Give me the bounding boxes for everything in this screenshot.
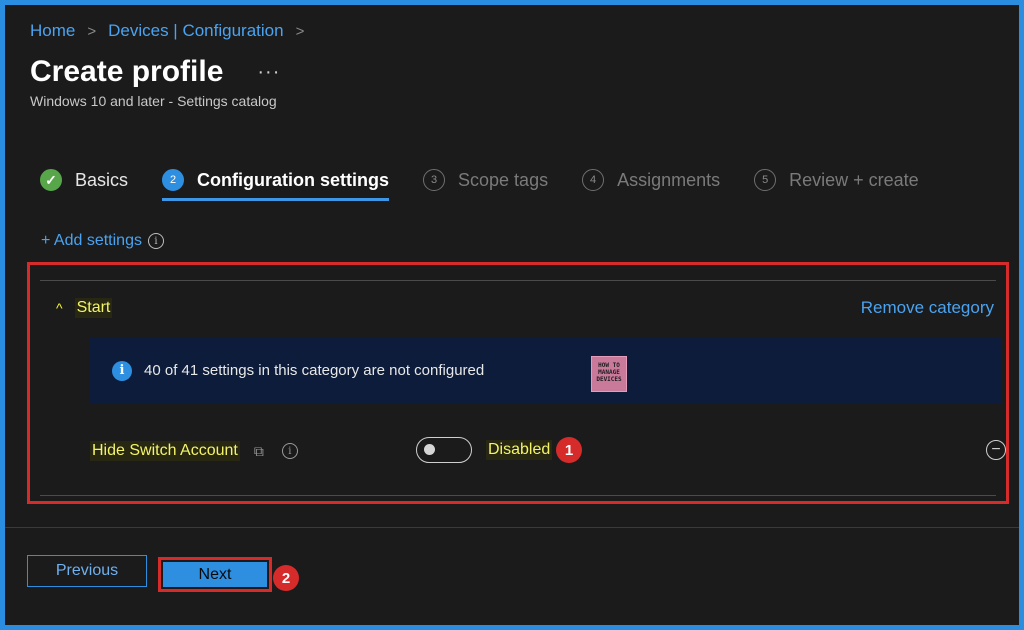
breadcrumb-home-link[interactable]: Home (30, 21, 75, 41)
step-basics[interactable]: ✓ Basics (40, 162, 128, 198)
category-title: Start (74, 298, 113, 318)
divider (40, 495, 996, 496)
hide-switch-account-toggle[interactable] (416, 437, 472, 463)
toggle-knob (424, 444, 435, 455)
step-label: Review + create (789, 169, 919, 190)
page-title: Create profile (30, 55, 224, 88)
add-settings-label: + Add settings (41, 232, 142, 249)
step-number: 2 (162, 169, 185, 191)
previous-button[interactable]: Previous (27, 555, 147, 587)
page-subtitle: Windows 10 and later - Settings catalog (30, 93, 277, 109)
step-number: 3 (423, 169, 446, 191)
step-number: 4 (582, 169, 605, 191)
step-label: Assignments (617, 169, 721, 190)
step-label: Basics (75, 169, 129, 190)
next-button[interactable]: Next (163, 562, 267, 587)
step-number: 5 (754, 169, 777, 191)
remove-setting-icon[interactable]: − (986, 440, 1006, 460)
annotation-badge: 2 (273, 565, 299, 591)
toggle-state-label: Disabled (486, 440, 553, 460)
category-section-highlight: ^ Start Remove category i 40 of 41 setti… (27, 262, 1009, 504)
breadcrumb-devices-configuration-link[interactable]: Devices | Configuration (108, 21, 283, 41)
divider (40, 280, 996, 281)
setting-row-hide-switch-account: Hide Switch Account ⧉ i Disabled 1 − (90, 437, 1006, 465)
step-review-create[interactable]: 5 Review + create (754, 162, 919, 198)
title-row: Create profile ··· (30, 55, 280, 89)
category-header[interactable]: ^ Start (56, 298, 113, 318)
chevron-up-icon[interactable]: ^ (56, 300, 63, 316)
checkmark-icon: ✓ (40, 169, 62, 191)
info-icon[interactable]: i (281, 443, 298, 459)
how-to-manage-devices-logo: HOW TO MANAGE DEVICES (591, 356, 627, 392)
info-icon: i (112, 360, 132, 381)
annotation-badge: 1 (556, 437, 582, 463)
add-settings-link[interactable]: + Add settings i (41, 232, 164, 250)
step-label: Configuration settings (197, 169, 390, 190)
info-banner: i 40 of 41 settings in this category are… (90, 338, 1001, 403)
breadcrumb: Home > Devices | Configuration > (30, 21, 316, 41)
next-button-highlight: Next (158, 557, 272, 592)
step-label: Scope tags (458, 169, 549, 190)
step-configuration-settings[interactable]: 2 Configuration settings (162, 162, 390, 201)
remove-category-link[interactable]: Remove category (861, 298, 994, 318)
wizard-steps: ✓ Basics 2 Configuration settings 3 Scop… (40, 160, 953, 201)
info-banner-message: 40 of 41 settings in this category are n… (144, 362, 485, 379)
info-icon[interactable]: i (147, 233, 164, 249)
breadcrumb-separator-icon: > (87, 22, 97, 40)
copy-icon[interactable]: ⧉ (254, 443, 264, 460)
app-frame: Home > Devices | Configuration > Create … (5, 5, 1019, 625)
more-options-icon[interactable]: ··· (257, 61, 280, 84)
setting-name: Hide Switch Account (90, 441, 240, 461)
step-assignments[interactable]: 4 Assignments (582, 162, 720, 198)
step-scope-tags[interactable]: 3 Scope tags (423, 162, 548, 198)
footer-divider (5, 527, 1019, 528)
breadcrumb-separator-icon: > (295, 22, 305, 40)
